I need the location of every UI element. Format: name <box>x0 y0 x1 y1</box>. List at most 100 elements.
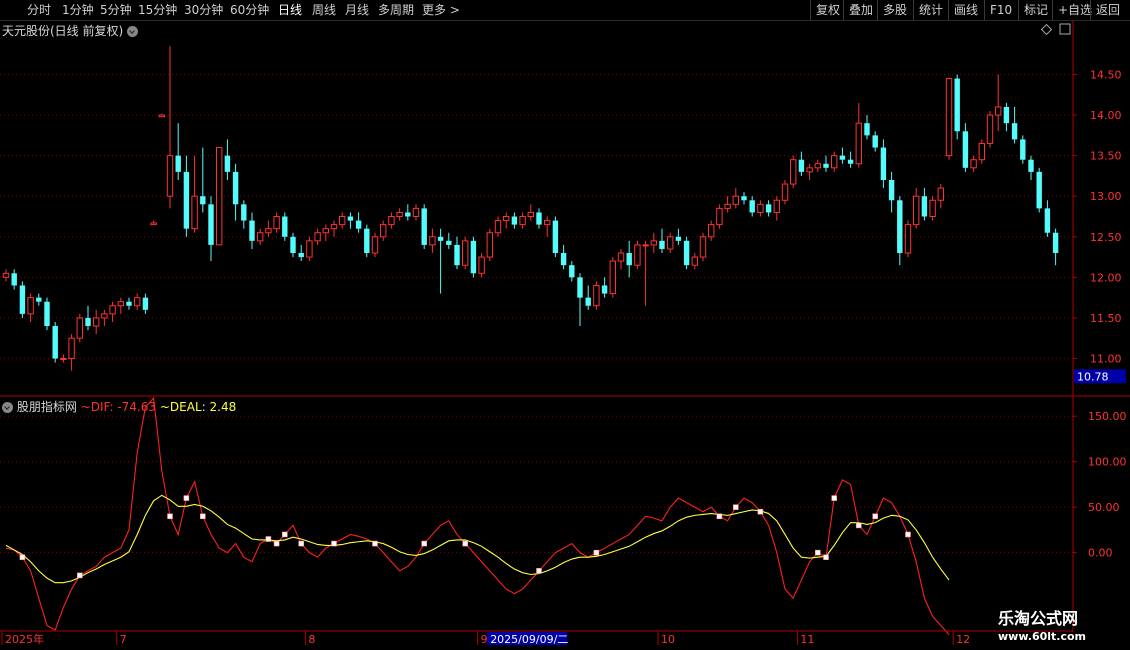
candle-body <box>183 171 190 229</box>
candle-body <box>60 357 67 360</box>
candle-body <box>314 232 321 242</box>
candle-body <box>101 313 108 319</box>
candle-body <box>27 297 34 315</box>
candle-body <box>577 277 583 298</box>
indicator-menu-icon[interactable] <box>2 402 13 413</box>
cross-marker <box>593 549 600 556</box>
price-tick-label: 13.00 <box>1090 190 1122 203</box>
candle-body <box>429 236 436 246</box>
candle-body <box>44 301 50 327</box>
chevron-down-icon[interactable] <box>127 26 139 37</box>
candle-body <box>126 301 132 306</box>
watermark-url: www.60lt.com <box>998 630 1087 643</box>
candle-body <box>76 317 83 339</box>
candle-body <box>158 114 166 118</box>
candle-body <box>412 207 420 218</box>
panel-square-icon[interactable] <box>1059 23 1071 35</box>
cross-marker <box>273 540 280 547</box>
cross-marker <box>732 504 739 510</box>
stock-chart[interactable]: 11.00 11.50 12.00 12.50 13.00 13.50 14.00 14.50… <box>0 0 1130 650</box>
candle-body <box>650 240 657 246</box>
price-tick-label: 14.50 <box>1090 69 1122 82</box>
dif-line <box>5 396 950 635</box>
candle-body <box>216 147 223 246</box>
candle-body <box>765 204 772 213</box>
candle-body <box>208 204 214 245</box>
candle-body <box>330 224 338 230</box>
candle-body <box>560 253 567 266</box>
candle-body <box>945 78 953 157</box>
candle-body <box>642 244 649 247</box>
candle-body <box>503 216 510 222</box>
candle-body <box>175 155 181 172</box>
candle-body <box>601 285 608 294</box>
cross-marker <box>831 495 838 501</box>
indicator-tick-label: 50.00 <box>1088 501 1120 514</box>
candle-body <box>986 114 994 144</box>
cross-marker <box>19 554 26 561</box>
candle-body <box>757 203 764 213</box>
candle-body <box>585 297 591 306</box>
candle-body <box>814 163 821 169</box>
candle-body <box>232 171 239 205</box>
dif-value: ~DIF: -74.63 <box>80 400 157 414</box>
candle-body <box>872 135 878 148</box>
candle-body <box>667 236 674 250</box>
candle-body <box>831 155 838 169</box>
date-tick-label: 8 <box>308 633 315 646</box>
candle-body <box>462 240 469 266</box>
candle-body <box>36 297 42 302</box>
cross-marker <box>167 513 173 520</box>
candle-body <box>732 195 739 205</box>
candle-body <box>298 253 304 258</box>
candlestick-series <box>2 46 1059 371</box>
candle-body <box>19 285 26 314</box>
main-chart-title: 天元股份(日线 前复权) <box>2 22 139 39</box>
candle-body <box>1044 208 1051 233</box>
candle-body <box>839 155 846 160</box>
candle-body <box>773 199 780 213</box>
watermark: 乐淘公式网 www.60lt.com <box>998 609 1086 645</box>
date-tick-label: 10 <box>661 633 675 646</box>
candle-body <box>1052 232 1059 254</box>
candle-body <box>364 228 370 254</box>
candle-body <box>421 208 427 245</box>
cross-marker <box>421 540 428 547</box>
candle-body <box>396 211 403 217</box>
diamond-icon[interactable] <box>1040 23 1053 36</box>
candle-body <box>880 147 887 180</box>
date-tick-label: 7 <box>120 633 127 646</box>
candle-body <box>897 200 903 254</box>
deal-line <box>5 494 950 584</box>
candle-body <box>454 244 460 266</box>
candle-body <box>544 220 551 226</box>
candle-body <box>347 216 354 221</box>
candle-body <box>519 216 526 226</box>
price-tick-label: 12.00 <box>1090 271 1122 284</box>
candle-body <box>708 224 715 238</box>
candle-body <box>290 236 296 254</box>
deal-value: ~DEAL: 2.48 <box>159 400 237 414</box>
candle-body <box>134 297 141 307</box>
cross-marker <box>905 531 911 538</box>
candle-body <box>142 297 149 310</box>
candle-body <box>634 244 641 266</box>
candle-body <box>970 159 977 169</box>
cross-marker <box>855 522 862 529</box>
candle-body <box>593 284 600 307</box>
candle-body <box>273 216 280 230</box>
cross-marker <box>462 540 469 547</box>
candle-body <box>11 273 17 286</box>
candle-body <box>191 195 198 230</box>
candle-body <box>380 224 387 238</box>
date-tick-label: 2025年 <box>5 632 44 646</box>
price-tick-label: 11.00 <box>1090 352 1122 365</box>
candle-body <box>117 301 124 307</box>
candle-body <box>675 236 682 241</box>
candle-body <box>68 337 75 359</box>
candle-body <box>609 260 616 295</box>
candle-body <box>437 236 444 241</box>
candle-body <box>929 199 936 217</box>
candle-body <box>486 232 494 258</box>
candle-body <box>478 256 485 274</box>
